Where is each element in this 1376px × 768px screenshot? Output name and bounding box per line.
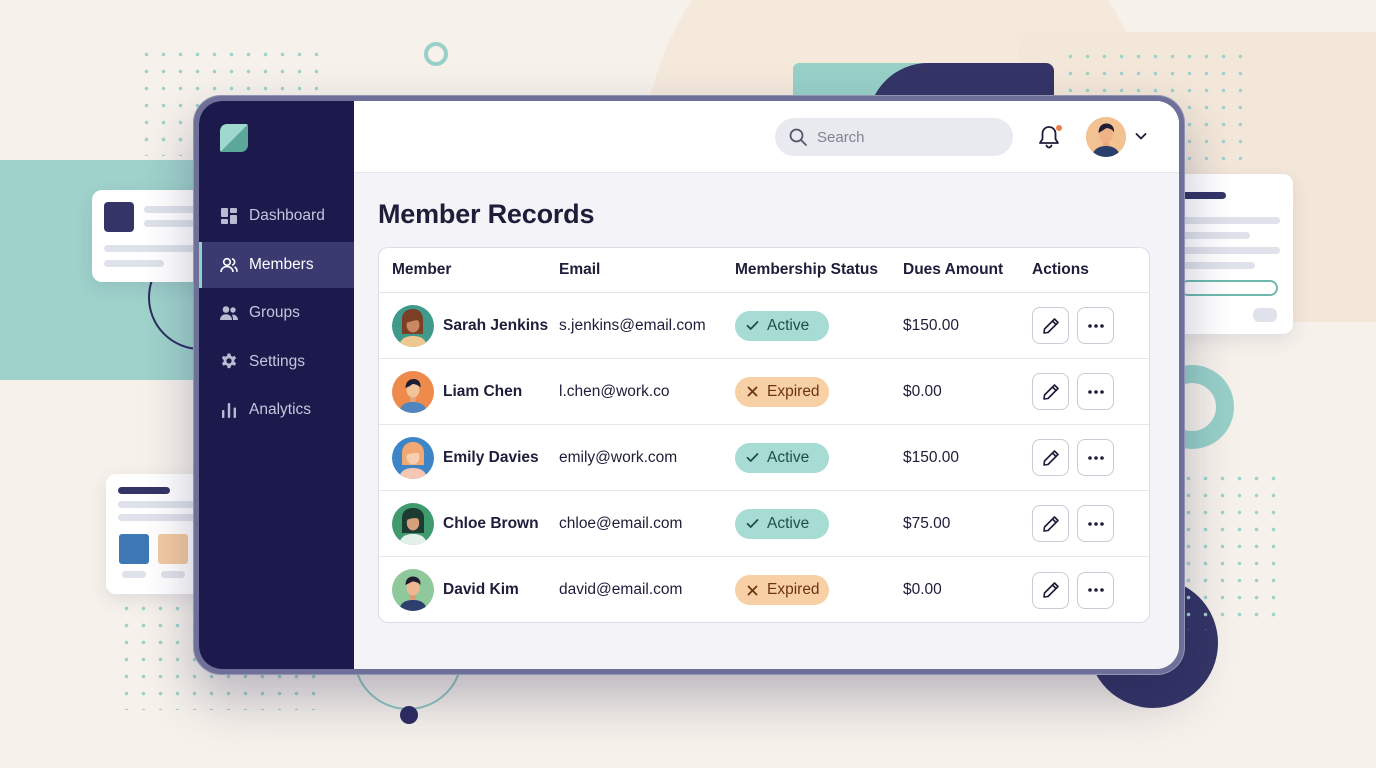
app-window: Dashboard Members Groups Settings Analyt…	[193, 95, 1185, 675]
member-email: s.jenkins@email.com	[559, 316, 706, 334]
more-options-button[interactable]	[1077, 307, 1114, 344]
groups-icon	[219, 303, 239, 323]
sidebar-nav: Dashboard Members Groups Settings Analyt…	[199, 193, 354, 436]
member-name: Sarah Jenkins	[443, 316, 549, 334]
member-avatar	[392, 304, 434, 347]
status-label: Active	[767, 448, 810, 466]
close-icon	[747, 386, 758, 397]
top-bar	[354, 101, 1179, 173]
column-header-email[interactable]: Email	[559, 261, 735, 279]
more-options-button[interactable]	[1077, 505, 1114, 542]
status-label: Active	[767, 514, 810, 532]
sidebar-item-dashboard[interactable]: Dashboard	[199, 193, 354, 239]
sidebar-item-label: Analytics	[249, 401, 312, 418]
table-row[interactable]: Liam Chen l.chen@work.co Expired $0.00	[379, 359, 1149, 425]
more-horizontal-icon	[1087, 323, 1104, 328]
member-avatar	[392, 370, 434, 413]
app-logo[interactable]	[220, 124, 248, 152]
dues-amount: $150.00	[903, 448, 960, 466]
sidebar-item-label: Dashboard	[249, 207, 325, 224]
chevron-down-icon[interactable]	[1134, 129, 1148, 143]
check-icon	[746, 321, 759, 330]
sidebar-item-label: Members	[249, 255, 314, 273]
more-options-button[interactable]	[1077, 373, 1114, 410]
sidebar: Dashboard Members Groups Settings Analyt…	[199, 101, 354, 669]
more-horizontal-icon	[1087, 521, 1104, 526]
member-email: l.chen@work.co	[559, 382, 670, 400]
sidebar-item-analytics[interactable]: Analytics	[199, 387, 354, 433]
member-table: Member Email Membership Status Dues Amou…	[378, 247, 1150, 623]
page-title: Member Records	[378, 199, 595, 229]
member-name: Liam Chen	[443, 382, 523, 400]
status-label: Active	[767, 316, 810, 334]
table-row[interactable]: Emily Davies emily@work.com Active $150.…	[379, 425, 1149, 491]
status-badge: Active	[735, 508, 829, 539]
notification-dot	[1055, 124, 1063, 132]
edit-button[interactable]	[1032, 439, 1069, 476]
search-input[interactable]	[817, 128, 987, 146]
pencil-icon	[1042, 515, 1059, 532]
search-box[interactable]	[775, 118, 1013, 156]
column-header-status[interactable]: Membership Status	[735, 261, 903, 279]
more-options-button[interactable]	[1077, 571, 1114, 609]
close-icon	[747, 585, 758, 595]
members-icon	[219, 255, 239, 275]
column-header-member[interactable]: Member	[379, 261, 559, 279]
table-row[interactable]: Sarah Jenkins s.jenkins@email.com Active…	[379, 293, 1149, 359]
table-header: Member Email Membership Status Dues Amou…	[379, 248, 1149, 293]
check-icon	[746, 519, 759, 528]
bar-chart-icon	[219, 400, 239, 420]
pencil-icon	[1042, 449, 1059, 466]
status-badge: Expired	[735, 376, 829, 407]
status-badge: Active	[735, 310, 829, 341]
pencil-icon	[1042, 582, 1059, 598]
more-options-button[interactable]	[1077, 439, 1114, 476]
edit-button[interactable]	[1032, 571, 1069, 609]
status-badge: Active	[735, 442, 829, 473]
edit-button[interactable]	[1032, 307, 1069, 344]
pencil-icon	[1042, 383, 1059, 400]
edit-button[interactable]	[1032, 505, 1069, 542]
notification-bell[interactable]	[1037, 124, 1063, 150]
column-header-dues[interactable]: Dues Amount	[903, 261, 1032, 279]
more-horizontal-icon	[1087, 588, 1104, 592]
main-content: Member Records Member Email Membership S…	[354, 101, 1179, 669]
sidebar-item-groups[interactable]: Groups	[199, 290, 354, 336]
user-avatar[interactable]	[1086, 117, 1126, 157]
member-name: David Kim	[443, 581, 519, 598]
sidebar-item-label: Groups	[249, 304, 300, 321]
dues-amount: $75.00	[903, 514, 951, 532]
member-avatar	[392, 436, 434, 479]
table-row[interactable]: David Kim david@email.com Expired $0.00	[379, 557, 1149, 622]
app-screen: Dashboard Members Groups Settings Analyt…	[199, 101, 1179, 669]
check-icon	[746, 453, 759, 462]
member-email: chloe@email.com	[559, 514, 683, 532]
column-header-actions: Actions	[1032, 261, 1089, 278]
dues-amount: $0.00	[903, 382, 942, 400]
member-avatar	[392, 569, 434, 611]
edit-button[interactable]	[1032, 373, 1069, 410]
sidebar-item-members[interactable]: Members	[199, 241, 354, 288]
more-horizontal-icon	[1087, 455, 1104, 460]
member-name: Chloe Brown	[443, 514, 539, 532]
dashboard-icon	[219, 206, 239, 226]
member-email: emily@work.com	[559, 448, 678, 466]
sidebar-item-settings[interactable]: Settings	[199, 339, 354, 385]
sidebar-item-label: Settings	[249, 352, 306, 370]
dues-amount: $0.00	[903, 581, 942, 598]
table-row[interactable]: Chloe Brown chloe@email.com Active $75.0…	[379, 491, 1149, 557]
member-email: david@email.com	[559, 581, 683, 598]
status-label: Expired	[767, 581, 820, 598]
member-name: Emily Davies	[443, 448, 539, 466]
status-badge: Expired	[735, 575, 829, 605]
search-icon	[789, 128, 807, 146]
more-horizontal-icon	[1087, 389, 1104, 394]
member-avatar	[392, 502, 434, 545]
status-label: Expired	[767, 382, 820, 400]
dues-amount: $150.00	[903, 316, 960, 334]
gear-icon	[219, 352, 239, 372]
pencil-icon	[1042, 317, 1059, 334]
